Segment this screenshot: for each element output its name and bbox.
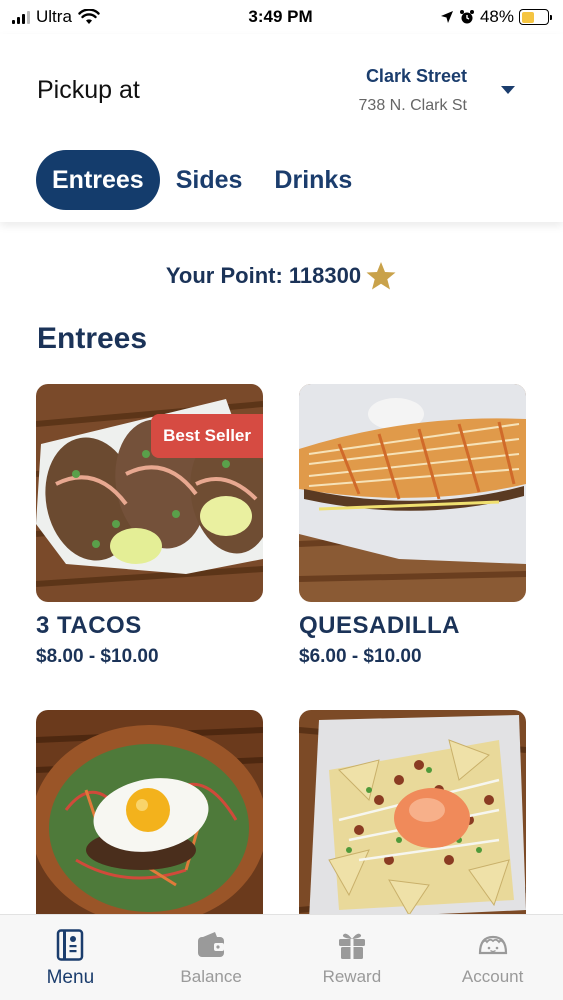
menu-item-card[interactable]: [299, 710, 526, 938]
tab-entrees[interactable]: Entrees: [36, 150, 160, 210]
tabbar-item-balance[interactable]: Balance: [141, 915, 282, 1000]
carrier-label: Ultra: [36, 7, 72, 26]
gift-icon: [338, 933, 365, 959]
signal-icon: [12, 10, 30, 24]
status-time: 3:49 PM: [248, 7, 313, 26]
location-arrow-icon: [440, 11, 453, 23]
battery-charging-icon: [519, 9, 552, 25]
taco-face-icon: [478, 935, 507, 955]
tabbar-label: Menu: [46, 967, 95, 988]
bowl-image[interactable]: [36, 710, 263, 928]
item-price: $8.00 - $10.00: [36, 646, 159, 667]
tabbar-label: Balance: [180, 967, 242, 986]
status-bar: Ultra 3:49 PM 48%: [0, 0, 563, 34]
category-tabs: Entrees Sides Drinks: [36, 150, 368, 210]
battery-percent: 48%: [479, 7, 514, 26]
location-selector[interactable]: Clark Street 738 N. Clark St: [359, 66, 467, 115]
item-name: 3 TACOS: [36, 612, 142, 639]
item-name: QUESADILLA: [299, 612, 460, 639]
alarm-icon: [459, 10, 474, 24]
menu-item-card[interactable]: QUESADILLA $6.00 - $10.00: [299, 384, 526, 668]
pickup-label: Pickup at: [37, 76, 140, 104]
bottom-tab-bar: Menu Balance Reward Account: [0, 914, 563, 1000]
points-display: Your Point: 118300: [0, 260, 563, 292]
menu-book-icon: [57, 929, 84, 961]
section-title: Entrees: [37, 322, 148, 355]
location-address: 738 N. Clark St: [358, 97, 467, 114]
wallet-icon: [198, 932, 225, 957]
nachos-image[interactable]: [299, 710, 526, 928]
tab-sides[interactable]: Sides: [160, 150, 259, 210]
chevron-down-icon[interactable]: [501, 86, 515, 94]
tabbar-item-reward[interactable]: Reward: [282, 915, 423, 1000]
best-seller-badge: Best Seller: [151, 414, 263, 458]
header: Pickup at Clark Street 738 N. Clark St E…: [0, 34, 563, 222]
quesadilla-image[interactable]: [299, 384, 526, 602]
points-label: Your Point: 118300: [165, 263, 362, 288]
tacos-image[interactable]: Best Seller: [36, 384, 263, 602]
menu-item-card[interactable]: [36, 710, 263, 938]
wifi-icon: [78, 9, 100, 24]
star-icon: [366, 262, 396, 290]
tabbar-label: Account: [461, 967, 524, 986]
item-price: $6.00 - $10.00: [299, 646, 422, 667]
tab-drinks[interactable]: Drinks: [258, 150, 368, 210]
tabbar-label: Reward: [322, 967, 382, 986]
tabbar-item-menu[interactable]: Menu: [0, 915, 141, 1000]
tabbar-item-account[interactable]: Account: [422, 915, 563, 1000]
menu-item-card[interactable]: Best Seller 3 TACOS $8.00 - $10.00: [36, 384, 263, 668]
location-name: Clark Street: [365, 66, 467, 86]
